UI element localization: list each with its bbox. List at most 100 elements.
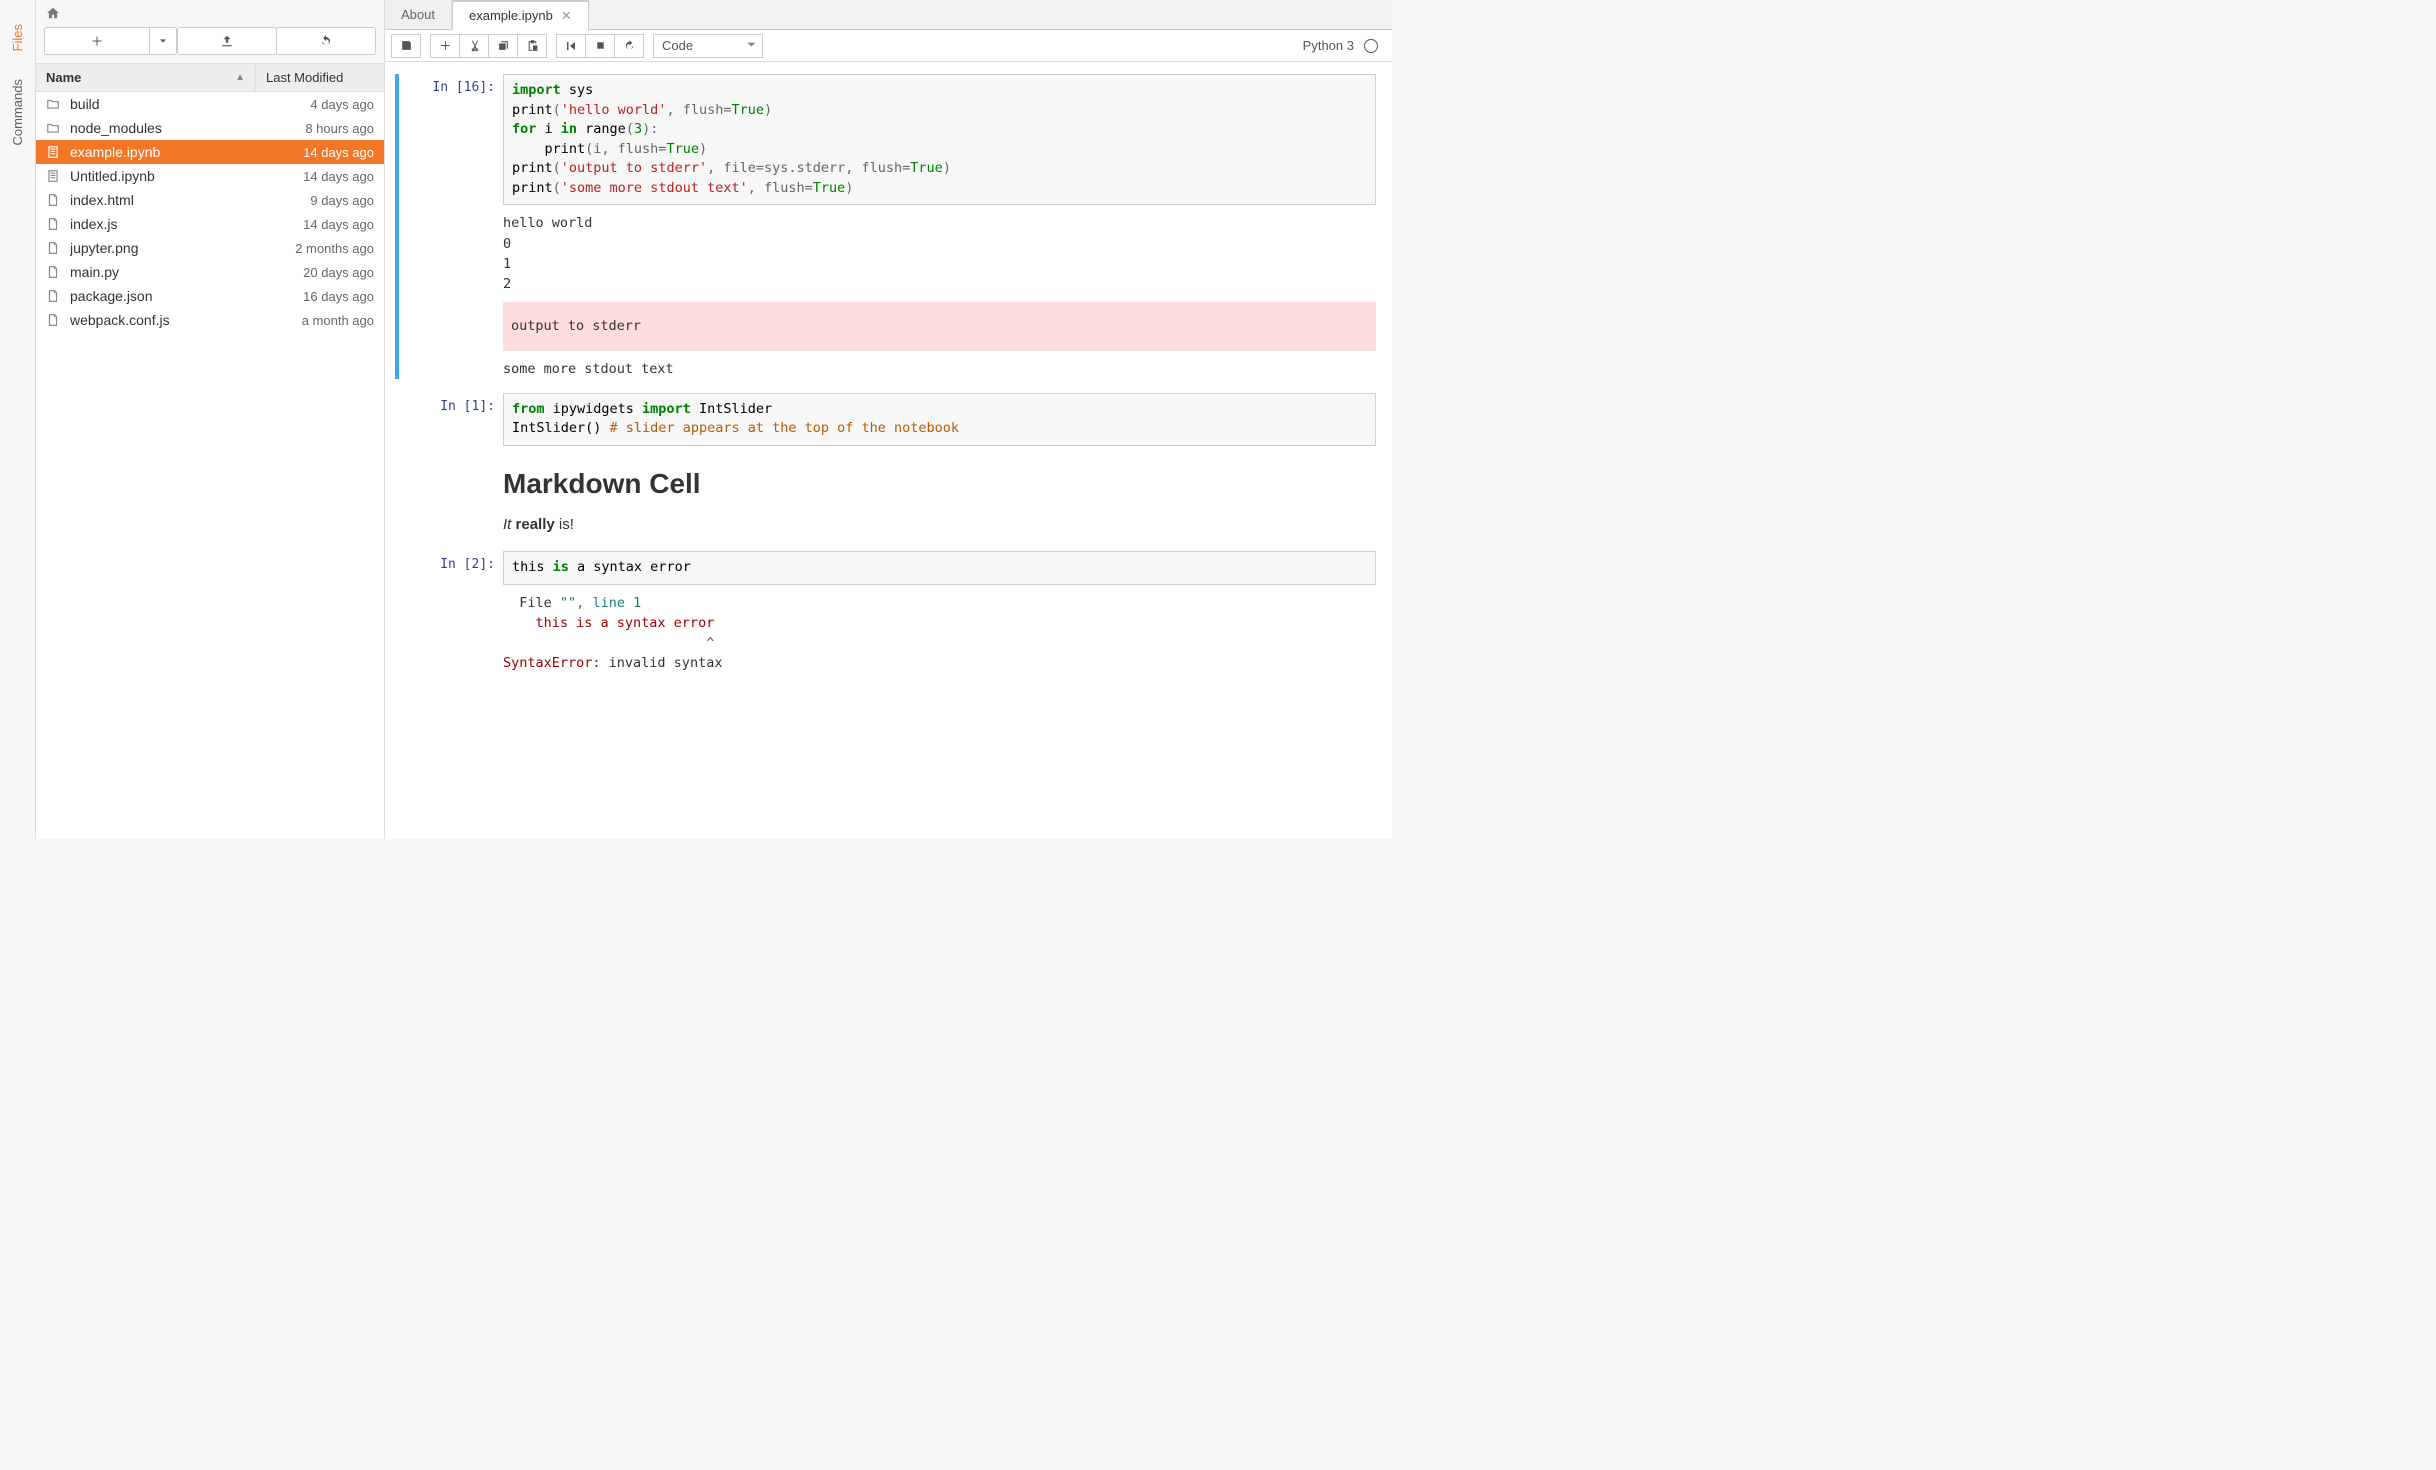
folder-icon <box>46 121 64 135</box>
left-vertical-tabs: Files Commands <box>0 0 36 839</box>
main-area: About example.ipynb ✕ <box>385 0 1392 839</box>
file-row[interactable]: index.html9 days ago <box>36 188 384 212</box>
file-list: build4 days agonode_modules8 hours agoex… <box>36 92 384 839</box>
kernel-status-idle-icon <box>1364 39 1378 53</box>
file-list-header: Name ▲ Last Modified <box>36 64 384 92</box>
file-name: jupyter.png <box>70 240 295 256</box>
stop-button[interactable] <box>585 34 615 58</box>
file-row[interactable]: index.js14 days ago <box>36 212 384 236</box>
vtab-commands[interactable]: Commands <box>6 65 29 159</box>
tab-label: About <box>401 7 435 22</box>
file-browser-panel: Name ▲ Last Modified build4 days agonode… <box>36 0 385 839</box>
code-input[interactable]: this is a syntax error <box>503 551 1376 585</box>
file-modified: 2 months ago <box>295 241 374 256</box>
cell-prompt: In [16]: <box>419 80 495 95</box>
cell-type-value: Code <box>662 38 693 53</box>
column-name[interactable]: Name ▲ <box>36 64 256 91</box>
file-row[interactable]: webpack.conf.jsa month ago <box>36 308 384 332</box>
run-icon <box>565 40 577 52</box>
file-modified: 20 days ago <box>303 265 374 280</box>
file-row[interactable]: jupyter.png2 months ago <box>36 236 384 260</box>
md-paragraph: It really is! <box>503 516 1376 533</box>
cell-prompt: In [1]: <box>419 399 495 414</box>
file-icon <box>46 265 64 279</box>
cell-output: File "", line 1 this is a syntax error ^… <box>503 585 1376 674</box>
code-input[interactable]: from ipywidgets import IntSlider IntSlid… <box>503 393 1376 446</box>
file-name: build <box>70 96 310 112</box>
tab-example-ipynb[interactable]: example.ipynb ✕ <box>452 0 589 30</box>
file-name: index.js <box>70 216 303 232</box>
cut-button[interactable] <box>459 34 489 58</box>
caret-down-icon <box>158 36 168 46</box>
file-row[interactable]: build4 days ago <box>36 92 384 116</box>
cell-output: hello world 0 1 2output to stderrsome mo… <box>503 205 1376 379</box>
file-modified: a month ago <box>302 313 374 328</box>
cell-prompt: In [2]: <box>419 557 495 572</box>
file-icon <box>46 241 64 255</box>
paste-button[interactable] <box>517 34 547 58</box>
plus-icon <box>91 35 103 47</box>
notebook-area[interactable]: In [16]: import sys print('hello world', … <box>385 62 1392 839</box>
file-row[interactable]: Untitled.ipynb14 days ago <box>36 164 384 188</box>
copy-button[interactable] <box>488 34 518 58</box>
notebook-icon <box>46 169 64 183</box>
file-modified: 4 days ago <box>310 97 374 112</box>
paste-icon <box>526 39 539 52</box>
save-button[interactable] <box>391 34 421 58</box>
upload-icon <box>220 34 234 48</box>
tab-label: example.ipynb <box>469 8 553 23</box>
file-name: webpack.conf.js <box>70 312 302 328</box>
file-row[interactable]: package.json16 days ago <box>36 284 384 308</box>
save-icon <box>400 39 413 52</box>
md-heading: Markdown Cell <box>503 468 1376 500</box>
file-icon <box>46 217 64 231</box>
code-input[interactable]: import sys print('hello world', flush=Tr… <box>503 74 1376 205</box>
copy-icon <box>497 39 510 52</box>
close-icon[interactable]: ✕ <box>561 8 572 24</box>
new-dropdown[interactable] <box>149 27 177 55</box>
notebook-toolbar: Code Python 3 <box>385 30 1392 62</box>
file-row[interactable]: main.py20 days ago <box>36 260 384 284</box>
restart-icon <box>623 39 636 52</box>
cut-icon <box>468 39 481 52</box>
file-icon <box>46 289 64 303</box>
new-button[interactable] <box>44 27 150 55</box>
file-row[interactable]: example.ipynb14 days ago <box>36 140 384 164</box>
file-name: node_modules <box>70 120 305 136</box>
file-modified: 14 days ago <box>303 169 374 184</box>
code-cell[interactable]: In [2]: this is a syntax error File "", l… <box>395 551 1382 674</box>
notebook-icon <box>46 145 64 159</box>
file-name: Untitled.ipynb <box>70 168 303 184</box>
refresh-button[interactable] <box>276 27 376 55</box>
insert-cell-button[interactable] <box>430 34 460 58</box>
file-modified: 16 days ago <box>303 289 374 304</box>
file-modified: 14 days ago <box>303 145 374 160</box>
code-cell[interactable]: In [16]: import sys print('hello world', … <box>395 74 1382 379</box>
file-name: package.json <box>70 288 303 304</box>
restart-button[interactable] <box>614 34 644 58</box>
file-row[interactable]: node_modules8 hours ago <box>36 116 384 140</box>
file-modified: 14 days ago <box>303 217 374 232</box>
breadcrumb-home[interactable] <box>44 6 376 20</box>
tab-about[interactable]: About <box>385 0 452 29</box>
home-icon <box>46 6 60 20</box>
markdown-cell[interactable]: Markdown Cell It really is! <box>395 460 1382 537</box>
refresh-icon <box>319 34 333 48</box>
file-modified: 9 days ago <box>310 193 374 208</box>
plus-icon <box>440 40 451 51</box>
column-modified[interactable]: Last Modified <box>256 64 384 91</box>
file-modified: 8 hours ago <box>305 121 374 136</box>
tab-bar: About example.ipynb ✕ <box>385 0 1392 30</box>
folder-icon <box>46 97 64 111</box>
file-icon <box>46 313 64 327</box>
run-button[interactable] <box>556 34 586 58</box>
upload-button[interactable] <box>177 27 277 55</box>
file-name: index.html <box>70 192 310 208</box>
code-cell[interactable]: In [1]: from ipywidgets import IntSlider … <box>395 393 1382 446</box>
vtab-files[interactable]: Files <box>6 10 29 65</box>
stop-icon <box>595 40 606 51</box>
markdown-rendered[interactable]: Markdown Cell It really is! <box>503 460 1376 537</box>
cell-type-select[interactable]: Code <box>653 34 763 58</box>
kernel-name: Python 3 <box>1303 38 1354 53</box>
file-name: example.ipynb <box>70 144 303 160</box>
